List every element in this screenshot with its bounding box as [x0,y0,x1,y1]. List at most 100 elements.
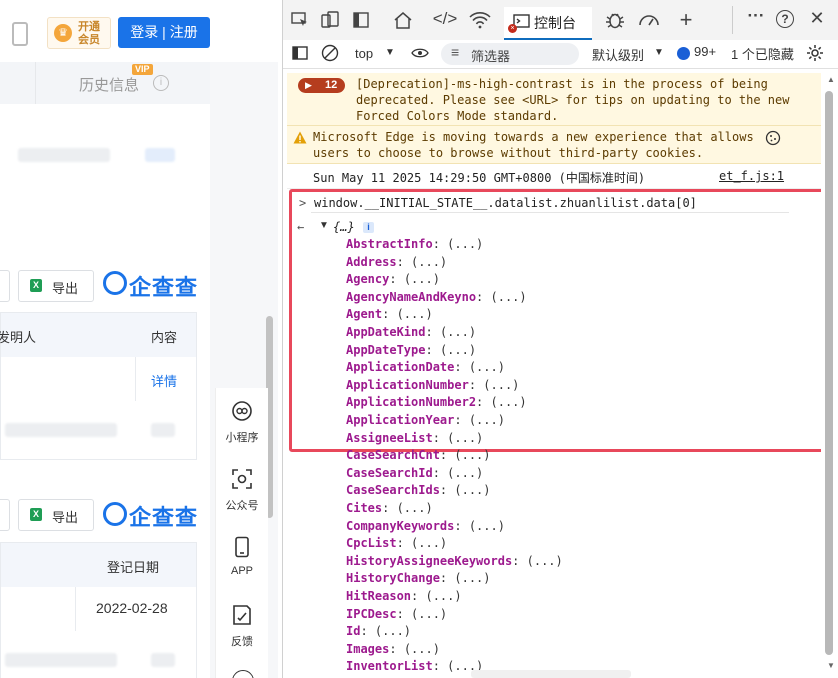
property-value[interactable]: (...) [375,624,411,638]
side-item-feedback[interactable]: 反馈 [216,604,268,649]
export-button-2[interactable]: X 导出 [18,499,94,531]
property-value[interactable]: (...) [454,448,490,462]
property-value[interactable]: (...) [469,360,505,374]
source-link[interactable]: et_f.js:1 [719,169,784,183]
filter-input[interactable]: ≡ 筛选器 [441,43,579,65]
cookie-icon[interactable] [765,130,781,146]
property-row[interactable]: Agency: (...) [346,272,440,286]
property-row[interactable]: AppDateType: (...) [346,343,476,357]
home-icon[interactable] [393,11,413,29]
property-row[interactable]: HistoryChange: (...) [346,571,491,585]
filter-button-partial[interactable] [0,270,10,302]
inspect-element-icon[interactable] [291,12,309,28]
tab-history[interactable]: 历史信息 i VIP [35,62,211,104]
performance-gauge-icon[interactable] [638,11,660,29]
detail-link[interactable]: 详情 [151,371,177,390]
close-icon[interactable]: ✕ [804,8,830,29]
property-row[interactable]: Address: (...) [346,255,447,269]
tab-console[interactable]: × 控制台 [504,7,592,40]
property-value[interactable]: (...) [491,395,527,409]
property-value[interactable]: (...) [491,290,527,304]
info-icon[interactable]: i [153,75,169,91]
property-row[interactable]: CaseSearchIds: (...) [346,483,491,497]
property-value[interactable]: (...) [411,607,447,621]
side-item-official-account[interactable]: 公众号 [216,468,268,513]
property-value[interactable]: (...) [454,571,490,585]
context-select[interactable]: top ▼ [349,44,401,64]
scroll-up-icon[interactable]: ▲ [827,75,835,84]
property-value[interactable]: (...) [527,554,563,568]
property-value[interactable]: (...) [483,378,519,392]
property-row[interactable]: ApplicationNumber2: (...) [346,395,527,409]
property-row[interactable]: CaseSearchCnt: (...) [346,448,491,462]
property-value[interactable]: (...) [425,589,461,603]
property-value[interactable]: (...) [404,642,440,656]
property-key: Cites [346,501,383,515]
property-value[interactable]: (...) [447,237,483,251]
filter-button-partial[interactable] [0,499,10,531]
property-value[interactable]: (...) [454,483,490,497]
info-badge-icon[interactable]: i [363,222,374,233]
property-value[interactable]: (...) [440,343,476,357]
property-value[interactable]: (...) [469,413,505,427]
mobile-icon[interactable] [12,22,28,46]
clear-console-icon[interactable] [321,44,339,62]
property-row[interactable]: ApplicationYear: (...) [346,413,505,427]
log-level-select[interactable]: 默认级别 ▼ [592,44,670,64]
property-row[interactable]: CpcList: (...) [346,536,447,550]
scroll-thumb[interactable] [825,91,833,655]
result-summary[interactable]: {…} [333,220,355,234]
property-row[interactable]: ApplicationDate: (...) [346,360,505,374]
vip-button[interactable]: ♛ 开通 会员 [47,17,111,49]
property-row[interactable]: IPCDesc: (...) [346,607,447,621]
more-icon[interactable] [232,670,254,678]
export-button-1[interactable]: X 导出 [18,270,94,302]
property-row[interactable]: CaseSearchId: (...) [346,466,483,480]
property-value[interactable]: (...) [469,519,505,533]
login-button[interactable]: 登录 | 注册 [118,17,210,48]
add-tab-icon[interactable]: + [673,7,699,33]
property-row[interactable]: AssigneeList: (...) [346,431,483,445]
property-row[interactable]: AgencyNameAndKeyno: (...) [346,290,527,304]
property-row[interactable]: HitReason: (...) [346,589,462,603]
edge-warning[interactable]: Microsoft Edge is moving towards a new e… [287,126,821,164]
sidebar-toggle-icon[interactable] [292,45,308,61]
property-row[interactable]: Agent: (...) [346,307,433,321]
property-row[interactable]: HistoryAssigneeKeywords: (...) [346,554,563,568]
property-row[interactable]: CompanyKeywords: (...) [346,519,505,533]
console-command[interactable]: window.__INITIAL_STATE__.datalist.zhuanl… [314,196,697,210]
property-value[interactable]: (...) [404,272,440,286]
property-row[interactable]: Images: (...) [346,642,440,656]
property-row[interactable]: AppDateKind: (...) [346,325,476,339]
property-row[interactable]: Id: (...) [346,624,411,638]
property-value[interactable]: (...) [411,255,447,269]
property-value[interactable]: (...) [447,466,483,480]
dock-side-icon[interactable] [353,12,369,28]
elements-tab-icon[interactable]: </> [432,9,458,29]
scroll-down-icon[interactable]: ▼ [827,661,835,670]
property-row[interactable]: AbstractInfo: (...) [346,237,483,251]
network-wifi-icon[interactable] [469,11,491,29]
deprecation-warning[interactable]: ▶ 12 [Deprecation]-ms-high-contrast is i… [287,73,821,126]
horizontal-scrollbar[interactable] [471,670,631,678]
property-value[interactable]: (...) [411,536,447,550]
help-icon[interactable]: ? [776,10,794,28]
issues-counter[interactable]: 99+ [677,44,725,64]
bug-icon[interactable] [605,10,625,30]
device-emulation-icon[interactable] [321,11,339,29]
property-value[interactable]: (...) [447,431,483,445]
deprecation-count: 12 [325,79,338,91]
property-row[interactable]: Cites: (...) [346,501,433,515]
property-value[interactable]: (...) [440,325,476,339]
console-scrollbar[interactable]: ▲ ▼ [823,69,838,678]
property-value[interactable]: (...) [397,307,433,321]
property-value[interactable]: (...) [397,501,433,515]
gear-icon[interactable] [806,44,824,62]
more-options-icon[interactable]: ··· [743,6,769,26]
expand-triangle-icon[interactable]: ▼ [319,220,329,231]
live-expression-eye-icon[interactable] [411,47,429,59]
side-item-mini-program[interactable]: 小程序 [216,400,268,445]
property-row[interactable]: ApplicationNumber: (...) [346,378,519,392]
property-row[interactable]: InventorList: (...) [346,659,483,673]
side-item-app[interactable]: APP [216,536,268,577]
